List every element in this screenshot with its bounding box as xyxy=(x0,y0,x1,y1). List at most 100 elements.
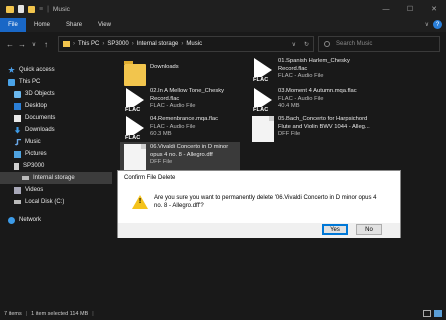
nav-network[interactable]: Network xyxy=(0,214,112,226)
item-count: 7 items xyxy=(4,311,22,317)
nav-desktop[interactable]: Desktop xyxy=(0,100,112,112)
nav-3d-objects[interactable]: 3D Objects xyxy=(0,88,112,100)
file-type: FLAC - Audio File xyxy=(150,123,196,130)
download-icon xyxy=(14,126,21,134)
network-icon xyxy=(8,216,15,224)
dropdown-icon[interactable]: ≡ xyxy=(39,6,43,13)
file-type: FLAC - Audio File xyxy=(278,73,324,79)
window-controls: — ☐ ✕ xyxy=(374,0,446,18)
tab-home[interactable]: Home xyxy=(26,18,58,32)
nav-label: Videos xyxy=(25,187,44,193)
flac-file-icon: FLAC xyxy=(252,88,274,114)
breadcrumb-this-pc[interactable]: This PC xyxy=(78,41,99,47)
nav-quick-access[interactable]: Quick access xyxy=(0,64,112,76)
nav-videos[interactable]: Videos xyxy=(0,184,112,196)
file-name: 03.Moment 4 Autumn.mqa.flac xyxy=(278,88,357,94)
nav-local-disk[interactable]: Local Disk (C:) xyxy=(0,196,112,208)
folder-item[interactable]: Downloads xyxy=(120,58,240,88)
dialog-footer: Yes No xyxy=(118,223,400,238)
nav-label: SP3000 xyxy=(23,163,45,169)
refresh-icon[interactable]: ↻ xyxy=(304,41,309,48)
dff-file-icon xyxy=(252,116,274,142)
folder-icon xyxy=(124,61,146,86)
nav-downloads[interactable]: Downloads xyxy=(0,124,112,136)
nav-label: Downloads xyxy=(25,127,55,133)
nav-label: Quick access xyxy=(19,67,55,73)
tab-view[interactable]: View xyxy=(90,18,119,32)
nav-this-pc[interactable]: This PC xyxy=(0,76,112,88)
minimize-button[interactable]: — xyxy=(374,0,398,18)
file-name: 01.Spanish Harlem_Chesky Record.flac xyxy=(278,58,350,72)
back-button[interactable]: ← xyxy=(4,40,16,49)
file-size: 40.4 MB xyxy=(278,103,300,109)
drive-icon xyxy=(14,200,21,204)
video-icon xyxy=(14,186,21,194)
warning-mark: ! xyxy=(138,198,142,205)
nav-label: Pictures xyxy=(25,151,47,157)
file-type: DFF File xyxy=(150,159,173,165)
file-name: 05.Bach_Concerto for Harpsichord Flute a… xyxy=(278,116,370,130)
file-item[interactable]: FLAC 02.In A Mellow Tone_Chesky Record.f… xyxy=(120,86,240,116)
file-item[interactable]: FLAC 03.Moment 4 Autumn.mqa.flac FLAC - … xyxy=(248,86,368,116)
drive-icon xyxy=(22,176,29,180)
nav-pictures[interactable]: Pictures xyxy=(0,148,112,160)
file-item[interactable]: FLAC 04.Remenbrance.mqa.flac FLAC - Audi… xyxy=(120,114,240,144)
nav-label: Desktop xyxy=(25,103,48,109)
file-name: Downloads xyxy=(150,64,179,70)
nav-internal-storage[interactable]: Internal storage xyxy=(0,172,112,184)
address-dropdown-icon[interactable]: ∨ xyxy=(292,41,296,48)
details-view-icon[interactable] xyxy=(423,310,431,317)
nav-label: 3D Objects xyxy=(25,91,55,97)
search-placeholder: Search Music xyxy=(336,41,373,47)
forward-button[interactable]: → xyxy=(16,40,28,49)
nav-music[interactable]: Music xyxy=(0,136,112,148)
nav-label: This PC xyxy=(19,79,41,85)
file-item-selected[interactable]: 06.Vivaldi Concerto in D minor opus 4 no… xyxy=(120,142,240,170)
help-icon[interactable]: ? xyxy=(433,20,442,29)
chevron-right-icon[interactable]: › xyxy=(181,41,183,47)
maximize-button[interactable]: ☐ xyxy=(398,0,422,18)
file-type: FLAC - Audio File xyxy=(278,95,324,102)
file-item[interactable]: 05.Bach_Concerto for Harpsichord Flute a… xyxy=(248,114,376,144)
nav-sp3000[interactable]: SP3000 xyxy=(0,160,112,172)
tiles-view-icon[interactable] xyxy=(434,310,442,317)
flac-file-icon: FLAC xyxy=(124,116,146,142)
file-type: FLAC - Audio File xyxy=(150,103,196,109)
breadcrumb-music[interactable]: Music xyxy=(186,41,202,47)
window-title: Music xyxy=(52,5,70,13)
expand-ribbon-icon[interactable]: ∨ xyxy=(425,21,429,28)
address-bar[interactable]: › This PC › SP3000 › Internal storage › … xyxy=(58,36,314,52)
music-icon xyxy=(14,138,21,146)
recent-locations-button[interactable]: ∨ xyxy=(28,41,40,48)
yes-button[interactable]: Yes xyxy=(322,224,348,235)
breadcrumb-internal-storage[interactable]: Internal storage xyxy=(137,41,179,47)
status-bar: 7 items | 1 item selected 114 MB | xyxy=(0,308,446,320)
dff-file-icon xyxy=(124,144,146,170)
computer-icon xyxy=(8,78,15,86)
properties-icon[interactable] xyxy=(18,5,24,13)
nav-label: Local Disk (C:) xyxy=(25,199,65,205)
nav-documents[interactable]: Documents xyxy=(0,112,112,124)
file-size: 60.3 MB xyxy=(150,131,172,137)
file-name: 02.In A Mellow Tone_Chesky Record.flac xyxy=(150,88,225,102)
chevron-right-icon[interactable]: › xyxy=(102,41,104,47)
tab-share[interactable]: Share xyxy=(58,18,90,32)
up-button[interactable]: ↑ xyxy=(40,40,52,49)
navigation-pane: Quick access This PC 3D Objects Desktop … xyxy=(0,56,112,308)
device-icon xyxy=(14,162,19,170)
close-button[interactable]: ✕ xyxy=(422,0,446,18)
chevron-right-icon[interactable]: › xyxy=(132,41,134,47)
no-button[interactable]: No xyxy=(356,224,382,235)
dialog-title: Confirm File Delete xyxy=(118,171,400,185)
dialog-body: ! Are you sure you want to permanently d… xyxy=(118,185,400,223)
breadcrumb-sp3000[interactable]: SP3000 xyxy=(107,41,128,47)
tab-file[interactable]: File xyxy=(0,18,26,32)
search-icon xyxy=(324,41,330,47)
chevron-right-icon[interactable]: › xyxy=(73,41,75,47)
nav-label: Music xyxy=(25,139,41,145)
file-item[interactable]: FLAC 01.Spanish Harlem_Chesky Record.fla… xyxy=(248,56,368,86)
flac-file-icon: FLAC xyxy=(252,58,274,84)
search-box[interactable]: Search Music xyxy=(318,36,440,52)
new-folder-icon[interactable] xyxy=(28,5,35,13)
nav-label: Network xyxy=(19,217,42,223)
